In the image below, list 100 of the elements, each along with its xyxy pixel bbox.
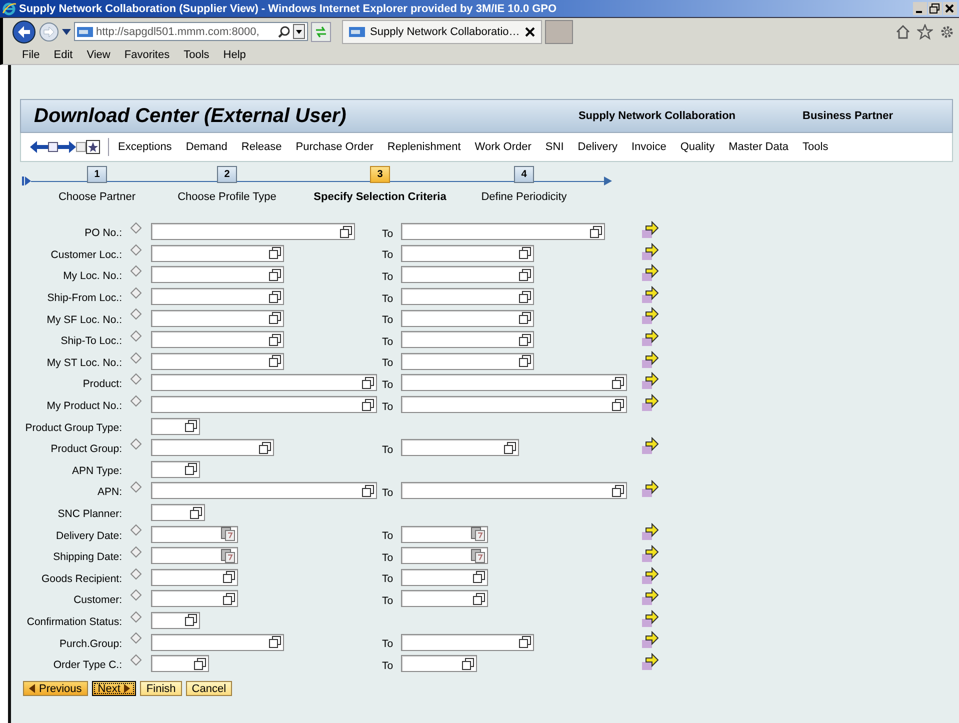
input-field[interactable]	[151, 374, 377, 392]
value-help-icon[interactable]	[612, 398, 624, 411]
browser-tab[interactable]: Supply Network Collaboratio…	[342, 20, 542, 44]
input-field[interactable]	[401, 310, 534, 327]
input-field[interactable]	[151, 418, 200, 435]
date-field[interactable]	[151, 547, 238, 564]
input-field[interactable]	[151, 568, 238, 586]
header-link[interactable]: Supply Network Collaboration	[578, 110, 736, 122]
nav-menu-item[interactable]: SNI	[538, 141, 571, 153]
calendar-icon[interactable]	[471, 527, 485, 542]
value-help-icon[interactable]	[269, 247, 281, 260]
value-help-icon[interactable]	[269, 355, 281, 368]
value-help-icon[interactable]	[223, 592, 235, 605]
selection-option-icon[interactable]	[130, 632, 142, 644]
input-field[interactable]	[151, 266, 284, 284]
restore-icon[interactable]	[928, 2, 942, 15]
multiple-selection-icon[interactable]	[642, 221, 659, 238]
selection-option-icon[interactable]	[130, 352, 142, 364]
multiple-selection-icon[interactable]	[642, 307, 659, 324]
value-help-icon[interactable]	[362, 484, 374, 497]
multiple-selection-icon[interactable]	[642, 286, 659, 303]
wizard-button[interactable]: Previous	[23, 681, 88, 696]
value-help-icon[interactable]	[190, 506, 202, 519]
value-help-icon[interactable]	[194, 658, 206, 670]
input-field[interactable]	[151, 504, 205, 522]
multiple-selection-icon[interactable]	[642, 544, 659, 562]
value-help-icon[interactable]	[462, 658, 474, 670]
date-field[interactable]	[401, 526, 488, 543]
settings-icon[interactable]	[939, 24, 955, 40]
value-help-icon[interactable]	[340, 226, 352, 238]
selection-option-icon[interactable]	[130, 546, 142, 558]
multiple-selection-icon[interactable]	[642, 242, 659, 260]
nav-menu-item[interactable]: Invoice	[624, 141, 674, 153]
selection-option-icon[interactable]	[130, 330, 142, 342]
favorites-icon[interactable]	[86, 140, 100, 154]
multiple-selection-icon[interactable]	[642, 394, 659, 411]
home-icon[interactable]	[895, 24, 911, 40]
multiple-selection-icon[interactable]	[642, 523, 659, 540]
selection-option-icon[interactable]	[130, 308, 142, 320]
input-field[interactable]	[151, 590, 238, 608]
menu-item[interactable]: File	[15, 48, 47, 60]
minimize-icon[interactable]	[913, 2, 927, 15]
value-help-icon[interactable]	[519, 636, 531, 648]
value-help-icon[interactable]	[519, 290, 531, 303]
selection-option-icon[interactable]	[130, 244, 142, 256]
value-help-icon[interactable]	[473, 571, 485, 584]
nav-menu-item[interactable]: Master Data	[722, 141, 796, 153]
value-help-icon[interactable]	[185, 614, 197, 626]
input-field[interactable]	[151, 288, 284, 306]
value-help-icon[interactable]	[269, 290, 281, 303]
value-help-icon[interactable]	[362, 376, 374, 389]
forward-icon[interactable]	[39, 22, 59, 42]
selection-option-icon[interactable]	[130, 438, 142, 450]
value-help-icon[interactable]	[590, 226, 602, 238]
calendar-icon[interactable]	[471, 548, 485, 563]
value-help-icon[interactable]	[185, 463, 197, 476]
calendar-icon[interactable]	[221, 527, 235, 542]
date-field[interactable]	[401, 547, 488, 564]
input-field[interactable]	[401, 352, 534, 370]
multiple-selection-icon[interactable]	[642, 328, 659, 346]
multiple-selection-icon[interactable]	[642, 480, 659, 498]
value-help-icon[interactable]	[269, 334, 281, 346]
value-help-icon[interactable]	[259, 442, 271, 454]
nav-menu-item[interactable]: Tools	[796, 141, 836, 153]
menu-item[interactable]: Favorites	[117, 48, 177, 60]
input-field[interactable]	[401, 655, 477, 672]
nav-menu-item[interactable]: Demand	[178, 141, 234, 153]
header-link[interactable]: Business Partner	[802, 110, 893, 122]
dropdown-icon[interactable]	[62, 28, 71, 34]
back-arrow-icon[interactable]	[30, 141, 48, 153]
calendar-icon[interactable]	[221, 548, 235, 563]
selection-option-icon[interactable]	[130, 589, 142, 602]
input-field[interactable]	[401, 634, 534, 651]
selection-option-icon[interactable]	[130, 610, 142, 623]
star-icon[interactable]	[917, 24, 933, 40]
multiple-selection-icon[interactable]	[642, 588, 659, 606]
selection-option-icon[interactable]	[130, 524, 142, 536]
menu-item[interactable]: Help	[216, 48, 253, 60]
input-field[interactable]	[401, 244, 534, 262]
input-field[interactable]	[151, 331, 284, 348]
nav-menu-item[interactable]: Delivery	[570, 141, 624, 153]
date-field[interactable]	[151, 526, 238, 543]
multiple-selection-icon[interactable]	[642, 566, 659, 584]
nav-menu-item[interactable]: Work Order	[468, 141, 538, 153]
value-help-icon[interactable]	[362, 398, 374, 411]
selection-option-icon[interactable]	[130, 568, 142, 580]
input-field[interactable]	[151, 460, 200, 478]
input-field[interactable]	[401, 288, 534, 306]
multiple-selection-icon[interactable]	[642, 652, 659, 670]
selection-option-icon[interactable]	[130, 394, 142, 407]
multiple-selection-icon[interactable]	[642, 372, 659, 390]
multiple-selection-icon[interactable]	[642, 610, 659, 627]
input-field[interactable]	[151, 352, 284, 370]
input-field[interactable]	[151, 634, 284, 651]
step-number[interactable]: 1	[87, 166, 107, 183]
wizard-button[interactable]: Finish	[140, 681, 182, 696]
wizard-button[interactable]: Next	[92, 681, 136, 696]
back-icon[interactable]	[12, 20, 36, 44]
input-field[interactable]	[151, 439, 274, 456]
nav-menu-item[interactable]: Quality	[673, 141, 722, 153]
